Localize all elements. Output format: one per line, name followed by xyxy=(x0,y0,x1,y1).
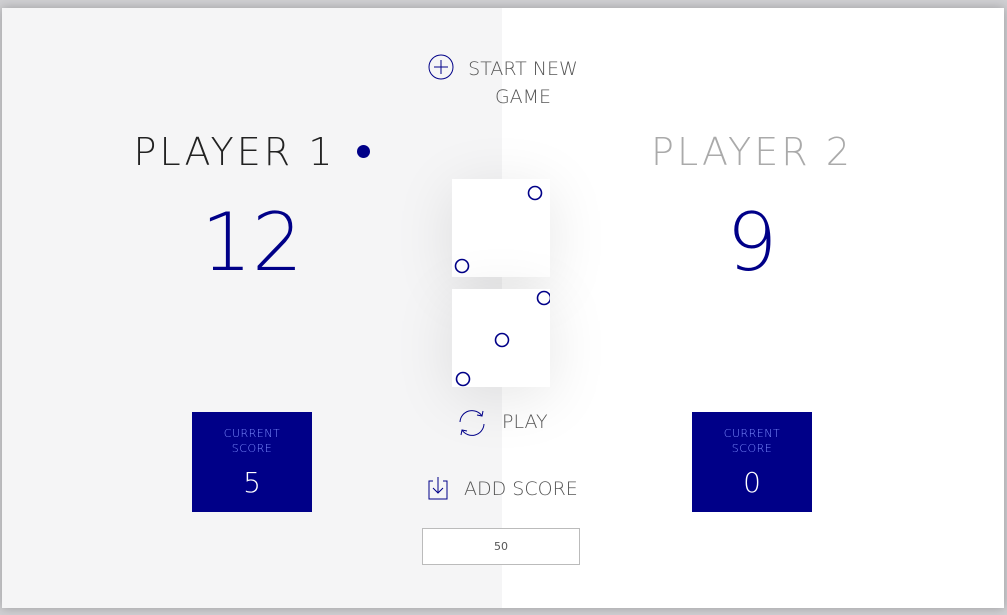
hold-label: ADD SCORE xyxy=(464,478,578,500)
game-board: PLAYER 1 12 CURRENT SCORE 5 PLAYER 2 9 C… xyxy=(2,8,1004,608)
download-icon xyxy=(428,477,448,500)
dice-pip xyxy=(494,332,510,348)
current-score-label: CURRENT SCORE xyxy=(223,427,281,455)
dice-1 xyxy=(452,179,550,277)
player-2-current-score: 0 xyxy=(743,466,761,499)
player-1-name: PLAYER 1 xyxy=(2,130,502,174)
dice-pip xyxy=(455,371,471,387)
roll-label: PLAY xyxy=(502,411,548,433)
player-1-score: 12 xyxy=(201,196,303,289)
dice-pip xyxy=(454,258,470,274)
player-2-current-box: CURRENT SCORE 0 xyxy=(692,412,812,512)
dice-1-face xyxy=(454,185,543,274)
dice-2 xyxy=(452,289,552,387)
active-player-indicator xyxy=(357,145,371,158)
plus-circle-icon xyxy=(428,54,454,80)
new-game-label: START NEW GAME xyxy=(468,58,578,108)
player-2-name: PLAYER 2 xyxy=(651,130,853,174)
dice-2-face xyxy=(455,290,552,387)
dice-pip xyxy=(527,185,543,201)
current-score-label: CURRENT SCORE xyxy=(723,427,781,455)
player-1-current-score: 5 xyxy=(243,466,261,499)
player-1-panel: PLAYER 1 12 CURRENT SCORE 5 xyxy=(2,8,502,608)
player-1-current-box: CURRENT SCORE 5 xyxy=(192,412,312,512)
player-2-score: 9 xyxy=(726,196,778,289)
final-score-input[interactable] xyxy=(422,528,580,565)
refresh-icon xyxy=(459,410,485,436)
dice-pip xyxy=(536,290,552,306)
